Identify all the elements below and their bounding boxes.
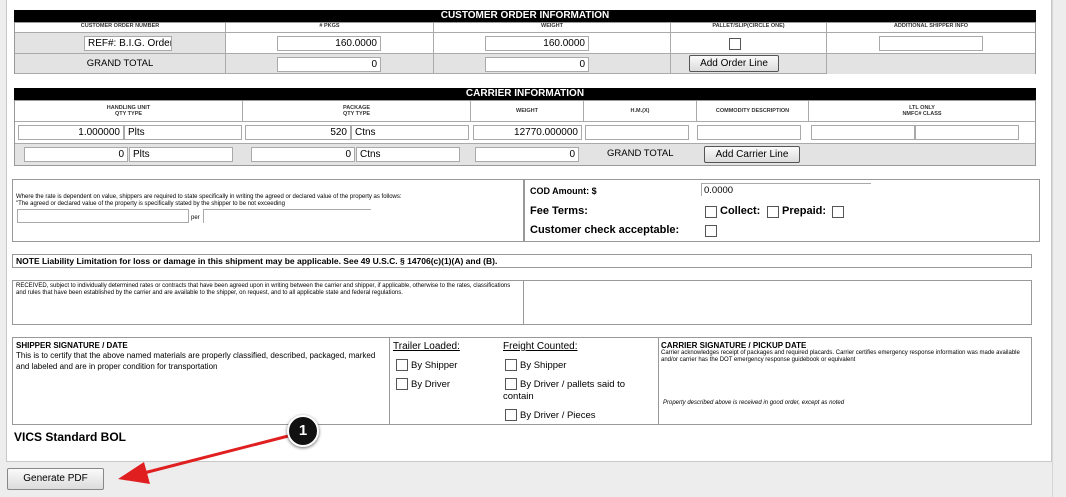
annotation-arrow: [118, 432, 297, 484]
annotation-step-badge: 1: [287, 415, 319, 447]
annotation-arrow-head: [118, 462, 150, 484]
annotation-arrow-line: [139, 432, 297, 476]
